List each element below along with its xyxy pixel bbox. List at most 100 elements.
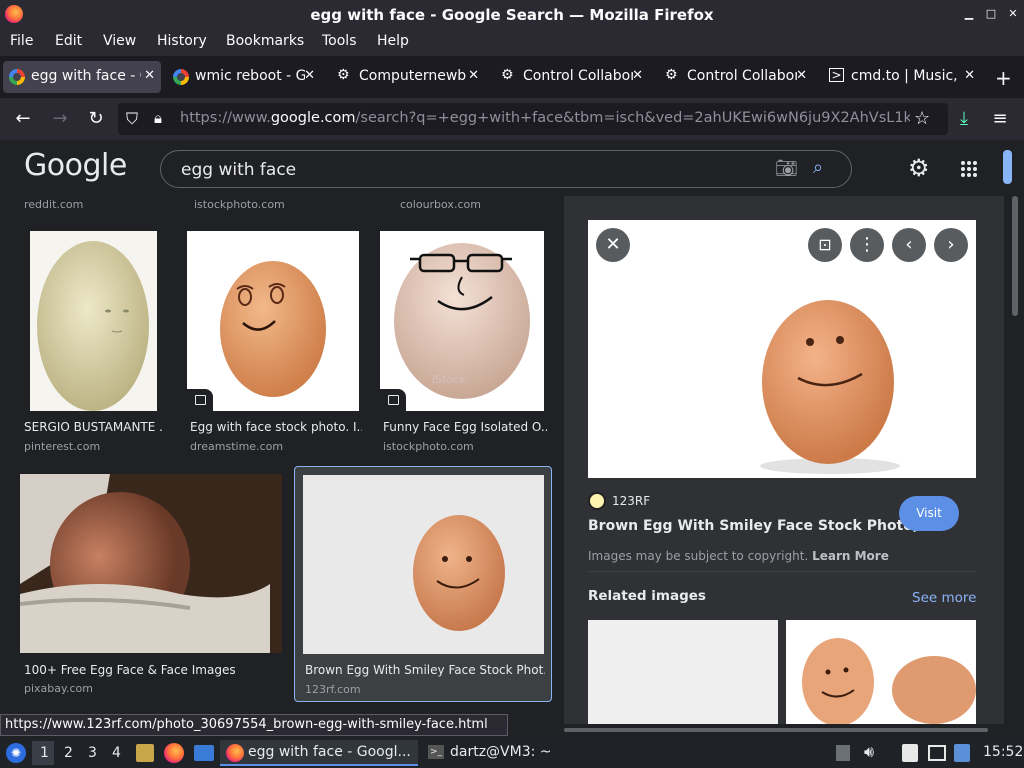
result-title[interactable]: 100+ Free Egg Face & Face Images [24, 663, 284, 677]
image-badge-icon [380, 389, 406, 411]
google-logo[interactable]: Google [24, 148, 127, 183]
result-image-dreamstime[interactable] [187, 231, 359, 411]
download-icon[interactable]: ⤓ [953, 108, 975, 130]
workspace-3[interactable]: 3 [88, 745, 97, 761]
settings-gear-icon[interactable]: ⚙ [908, 154, 930, 182]
result-title[interactable]: SERGIO BUSTAMANTE ... [24, 420, 164, 434]
tab-computernewb[interactable]: ⚙ Computernewb ✕ [331, 61, 485, 93]
system-taskbar: ✺ 1 2 3 4 egg with face - Googl... >_ da… [0, 738, 1024, 768]
volume-icon[interactable]: 🔊︎ [864, 742, 874, 762]
new-tab-icon[interactable]: + [995, 66, 1012, 90]
result-title[interactable]: Funny Face Egg Isolated O... [383, 420, 547, 434]
image-preview-panel: ✕ ⊡ ⋮ ‹ › 123RF Brown Egg With Smiley Fa… [564, 196, 1004, 724]
task-terminal[interactable]: >_ dartz@VM3: ~ [424, 740, 574, 766]
result-source[interactable]: reddit.com [24, 198, 83, 211]
menu-view[interactable]: View [103, 33, 136, 49]
lens-search-icon[interactable]: ⊡ [808, 228, 842, 262]
close-tab-icon[interactable]: ✕ [144, 68, 155, 83]
page-scrollbar-thumb[interactable] [1003, 150, 1012, 184]
close-preview-button[interactable]: ✕ [596, 228, 630, 262]
shield-icon[interactable]: ⛉ [126, 109, 138, 129]
result-image-pixabay[interactable] [20, 474, 282, 653]
search-box[interactable]: egg with face 📷︎ ⌕ [160, 150, 852, 188]
result-source[interactable]: dreamstime.com [190, 440, 283, 453]
result-source[interactable]: pixabay.com [24, 682, 93, 695]
clipboard-icon[interactable] [836, 745, 850, 761]
desktop-icon[interactable] [194, 745, 214, 761]
search-icon[interactable]: ⌕ [813, 157, 823, 178]
preview-site-name[interactable]: 123RF [612, 494, 650, 508]
menu-history[interactable]: History [157, 33, 207, 49]
apps-grid-icon[interactable] [960, 160, 978, 178]
close-tab-icon[interactable]: ✕ [796, 68, 807, 83]
menu-bar: File Edit View History Bookmarks Tools H… [0, 30, 1024, 56]
tab-label: wmic reboot - Go [195, 68, 305, 84]
result-source[interactable]: 123rf.com [305, 683, 361, 696]
related-image-2[interactable] [786, 620, 976, 724]
preview-title[interactable]: Brown Egg With Smiley Face Stock Photo, … [588, 518, 939, 534]
scrollbar-thumb[interactable] [1012, 196, 1018, 316]
result-source[interactable]: istockphoto.com [194, 198, 285, 211]
menu-tools[interactable]: Tools [322, 33, 357, 49]
maximize-button[interactable]: □ [984, 7, 998, 21]
google-icon [173, 69, 189, 85]
display-icon[interactable] [928, 745, 946, 761]
tab-control-collabora-1[interactable]: ⚙ Control Collabora ✕ [495, 61, 649, 93]
result-image-sergio[interactable] [30, 231, 157, 411]
close-tab-icon[interactable]: ✕ [632, 68, 643, 83]
tab-label: Control Collabora [523, 68, 633, 84]
tab-control-collabora-2[interactable]: ⚙ Control Collabora ✕ [659, 61, 813, 93]
forward-arrow-icon[interactable]: → [49, 108, 71, 130]
back-arrow-icon[interactable]: ← [12, 108, 34, 130]
result-image-123rf[interactable] [303, 475, 544, 654]
next-image-button[interactable]: › [934, 228, 968, 262]
workspace-4[interactable]: 4 [112, 745, 121, 761]
image-badge-icon [187, 389, 213, 411]
result-card-123rf-selected[interactable]: Brown Egg With Smiley Face Stock Phot...… [294, 466, 552, 702]
result-image-istock[interactable]: iStock [380, 231, 544, 411]
reload-icon[interactable]: ↻ [85, 108, 107, 130]
close-window-button[interactable]: ✕ [1006, 7, 1020, 21]
workspace-1[interactable]: 1 [40, 745, 49, 761]
tab-egg-with-face[interactable]: egg with face - Go ✕ [3, 61, 161, 93]
url-text[interactable]: https://www.google.com/search?q=+egg+wit… [180, 110, 910, 126]
result-source[interactable]: istockphoto.com [383, 440, 474, 453]
result-source[interactable]: pinterest.com [24, 440, 100, 453]
lock-icon[interactable]: 🔒︎ [154, 109, 162, 127]
learn-more-link[interactable]: Learn More [812, 549, 889, 563]
related-image-1[interactable] [588, 620, 778, 724]
horizontal-scrollbar[interactable] [564, 726, 988, 734]
workspace-2[interactable]: 2 [64, 745, 73, 761]
tab-wmic-reboot[interactable]: wmic reboot - Go ✕ [167, 61, 321, 93]
menu-file[interactable]: File [10, 33, 33, 49]
minimize-button[interactable]: ▁ [962, 7, 976, 21]
close-tab-icon[interactable]: ✕ [964, 68, 975, 83]
notes-icon[interactable] [902, 744, 918, 762]
task-firefox[interactable]: egg with face - Googl... [220, 740, 418, 766]
firefox-launcher-icon[interactable] [164, 743, 184, 763]
previous-image-button[interactable]: ‹ [892, 228, 926, 262]
tab-cmd-to[interactable]: > cmd.to | Music, ✕ [823, 61, 981, 93]
result-title[interactable]: Egg with face stock photo. I... [190, 420, 362, 434]
close-tab-icon[interactable]: ✕ [468, 68, 479, 83]
start-menu-icon[interactable]: ✺ [6, 743, 26, 763]
close-tab-icon[interactable]: ✕ [304, 68, 315, 83]
clock: 15:52 [983, 744, 1024, 760]
camera-icon[interactable]: 📷︎ [775, 158, 798, 179]
visit-button[interactable]: Visit [899, 496, 959, 531]
more-options-icon[interactable]: ⋮ [850, 228, 884, 262]
bookmark-star-icon[interactable]: ☆ [914, 108, 930, 129]
menu-bookmarks[interactable]: Bookmarks [226, 33, 304, 49]
menu-edit[interactable]: Edit [55, 33, 82, 49]
file-manager-icon[interactable] [136, 744, 154, 762]
menu-help[interactable]: Help [377, 33, 409, 49]
hamburger-menu-icon[interactable]: ≡ [989, 108, 1011, 130]
result-title[interactable]: Brown Egg With Smiley Face Stock Phot... [305, 663, 545, 677]
network-icon[interactable] [954, 744, 970, 762]
link-status-bar: https://www.123rf.com/photo_30697554_bro… [0, 714, 508, 736]
search-input[interactable]: egg with face [181, 160, 296, 180]
scrollbar-track[interactable] [1004, 196, 1024, 724]
url-bar[interactable]: ⛉ 🔒︎ https://www.google.com/search?q=+eg… [118, 103, 948, 135]
result-source[interactable]: colourbox.com [400, 198, 481, 211]
see-more-link[interactable]: See more [912, 590, 976, 606]
